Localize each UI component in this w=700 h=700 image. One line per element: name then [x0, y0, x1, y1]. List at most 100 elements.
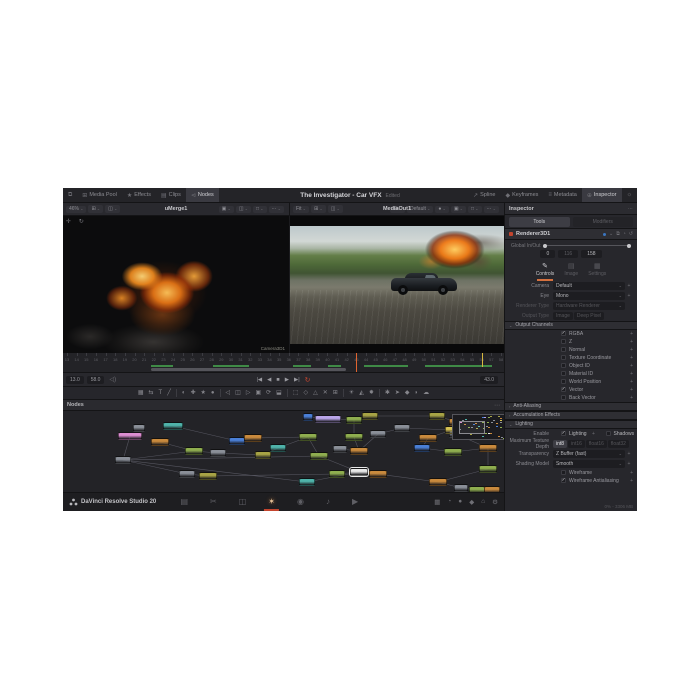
toolbar-button-effects[interactable]: ★Effects — [122, 188, 156, 202]
inspector-options-icon[interactable]: ⋯ — [628, 206, 633, 212]
page-media[interactable]: ▤ — [180, 498, 188, 506]
graph-node-1[interactable] — [118, 432, 142, 440]
tool-icon-29[interactable]: ◆ — [405, 390, 410, 396]
graph-node-6[interactable] — [210, 449, 226, 457]
graph-node-29[interactable] — [479, 465, 497, 473]
graph-node-24[interactable] — [429, 412, 445, 420]
go-first-button[interactable]: |◀ — [256, 377, 262, 383]
taskbar-icon-4[interactable]: ⌂ — [481, 498, 485, 506]
page-fairlight[interactable]: ♪ — [326, 498, 330, 506]
node-graph-minimap[interactable] — [452, 414, 504, 440]
control-select[interactable]: Hardware Renderer — [553, 302, 625, 310]
checkbox[interactable] — [561, 379, 566, 384]
graph-node-0[interactable] — [115, 456, 131, 464]
keyframe-plus-icon[interactable]: + — [625, 461, 633, 467]
node-header-icon-0[interactable]: ⌄ — [609, 231, 613, 237]
time-ruler[interactable]: 1314151617181920212223242526272829303132… — [63, 353, 504, 373]
right-viewer-right-chip-2[interactable]: ● — [435, 206, 449, 213]
toolbar-button-inspector[interactable]: ⊕Inspector — [582, 188, 622, 202]
tool-icon-21[interactable]: ⊞ — [333, 390, 338, 396]
graph-node-30[interactable] — [350, 468, 368, 476]
graph-node-13[interactable] — [303, 413, 313, 421]
tool-icon-25[interactable]: ✸ — [369, 390, 374, 396]
zoom-level-dropdown[interactable]: 46% — [66, 206, 86, 213]
graph-node-19[interactable] — [350, 447, 368, 455]
graph-node-18[interactable] — [333, 445, 347, 453]
tool-icon-28[interactable]: ➤ — [395, 390, 400, 396]
right-viewer[interactable] — [290, 216, 504, 353]
graph-node-8[interactable] — [244, 434, 262, 442]
graph-node-14[interactable] — [315, 415, 341, 423]
graph-node-37[interactable] — [454, 484, 468, 492]
tool-icon-12[interactable]: ▷ — [246, 390, 251, 396]
tool-icon-30[interactable]: ◗ — [415, 390, 419, 396]
checkbox[interactable]: ✓ — [561, 387, 566, 392]
segment-float16[interactable]: float16 — [586, 440, 607, 448]
help-bulb-icon[interactable]: ☼ — [622, 192, 638, 198]
keyframe-plus-icon[interactable]: + — [630, 470, 633, 476]
left-viewer-right-chip-2[interactable]: □ — [253, 206, 267, 213]
checkbox[interactable] — [561, 347, 566, 352]
tool-icon-15[interactable]: ⬓ — [276, 390, 282, 396]
checkbox[interactable] — [561, 363, 566, 368]
keyframe-plus-icon[interactable]: + — [630, 331, 633, 337]
toolbar-button-metadata[interactable]: ≡Metadata — [543, 188, 581, 202]
ui-layout-icon[interactable]: ⧉ — [63, 188, 77, 202]
graph-node-21[interactable] — [394, 424, 410, 432]
graph-node-15[interactable] — [346, 416, 362, 424]
taskbar-icon-1[interactable]: ◔ — [447, 498, 451, 506]
keyframe-plus-icon[interactable]: + — [630, 395, 633, 401]
page-deliver[interactable]: ▶ — [352, 498, 358, 506]
graph-node-36[interactable] — [429, 478, 447, 486]
tool-icon-27[interactable]: ✱ — [385, 390, 390, 396]
control-select[interactable]: Z Buffer (fast) — [553, 450, 625, 458]
checkbox[interactable] — [561, 395, 566, 400]
tool-icon-8[interactable]: ● — [211, 390, 215, 396]
playhead[interactable] — [356, 353, 357, 372]
taskbar-icon-3[interactable]: ◆ — [469, 498, 474, 506]
timeline-scrollbar[interactable] — [151, 368, 345, 371]
tool-icon-14[interactable]: ⟳ — [266, 390, 271, 396]
page-fusion[interactable]: ✶ — [268, 498, 275, 506]
toolbar-button-media-pool[interactable]: ⊞Media Pool — [77, 188, 122, 202]
right-viewer-right-chip-4[interactable]: □ — [468, 206, 482, 213]
section-header-anti-aliasing[interactable]: ›Anti-Aliasing — [505, 402, 637, 411]
left-viewer-chip-1[interactable]: ◫ — [105, 205, 120, 213]
node-graph[interactable] — [63, 411, 504, 492]
keyframe-plus-icon[interactable]: + — [630, 371, 633, 377]
left-viewer-right-chip-3[interactable]: ⋯ — [269, 206, 284, 213]
graph-node-22[interactable] — [419, 434, 437, 442]
left-viewer-right-chip-1[interactable]: ◫ — [236, 206, 251, 213]
page-color[interactable]: ◉ — [297, 498, 304, 506]
graph-node-9[interactable] — [255, 451, 271, 459]
graph-node-16[interactable] — [362, 412, 378, 420]
graph-node-11[interactable] — [299, 433, 317, 441]
tool-icon-19[interactable]: △ — [313, 390, 318, 396]
keyframe-plus-icon[interactable]: + — [625, 451, 633, 457]
loop-button[interactable]: ↻ — [305, 376, 311, 384]
global-in-out-value-2[interactable]: 158 — [581, 250, 601, 258]
keyframe-plus-icon[interactable]: + — [625, 293, 633, 299]
tool-icon-2[interactable]: T — [159, 390, 163, 396]
keyframe-plus-icon[interactable]: + — [630, 379, 633, 385]
checkbox[interactable] — [606, 431, 611, 436]
section-header-lighting[interactable]: ⌄Lighting — [505, 420, 637, 429]
page-edit[interactable]: ◫ — [239, 498, 247, 506]
control-select[interactable]: Mono — [553, 292, 625, 300]
checkbox[interactable] — [561, 470, 566, 475]
graph-node-33[interactable] — [299, 478, 315, 486]
segment-int16[interactable]: int16 — [568, 440, 585, 448]
checkbox[interactable] — [561, 355, 566, 360]
audio-mute-icon[interactable]: ◁) — [109, 376, 116, 383]
graph-node-32[interactable] — [369, 470, 387, 478]
graph-node-20[interactable] — [370, 430, 386, 438]
segment-int8[interactable]: int8 — [553, 440, 567, 448]
segment-float32[interactable]: float32 — [608, 440, 629, 448]
segment-Image[interactable]: Image — [553, 312, 573, 320]
tool-icon-31[interactable]: ☁ — [423, 390, 429, 396]
node-header-icon-1[interactable]: ⧉ — [616, 231, 620, 237]
tool-icon-7[interactable]: ★ — [201, 390, 206, 396]
left-viewer-right-chip-0[interactable]: ▣ — [219, 206, 234, 213]
global-in-out-value-1[interactable]: 116 — [558, 250, 578, 258]
graph-node-25[interactable] — [444, 448, 462, 456]
